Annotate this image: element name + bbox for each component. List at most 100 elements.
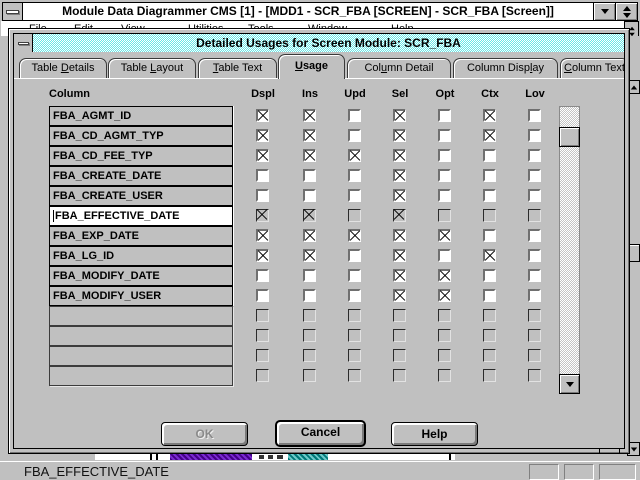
usage-checkbox-sel[interactable] — [393, 169, 406, 182]
usage-checkbox-lov[interactable] — [528, 309, 541, 322]
usage-checkbox-opt[interactable] — [438, 209, 451, 222]
usage-checkbox-sel[interactable] — [393, 249, 406, 262]
usage-checkbox-upd[interactable] — [348, 149, 361, 162]
column-name-cell[interactable]: FBA_CD_FEE_TYP — [49, 146, 233, 166]
usage-checkbox-ctx[interactable] — [483, 229, 496, 242]
usage-checkbox-ctx[interactable] — [483, 169, 496, 182]
usage-checkbox-ins[interactable] — [303, 249, 316, 262]
column-name-cell[interactable] — [49, 346, 233, 366]
usage-checkbox-dspl[interactable] — [256, 129, 269, 142]
cancel-button[interactable]: Cancel — [275, 420, 366, 447]
usage-checkbox-ctx[interactable] — [483, 289, 496, 302]
usage-checkbox-ins[interactable] — [303, 349, 316, 362]
usage-checkbox-lov[interactable] — [528, 289, 541, 302]
usage-checkbox-ctx[interactable] — [483, 209, 496, 222]
usage-checkbox-ins[interactable] — [303, 269, 316, 282]
usage-checkbox-dspl[interactable] — [256, 289, 269, 302]
grid-scroll-down-button[interactable] — [559, 374, 580, 394]
usage-checkbox-upd[interactable] — [348, 129, 361, 142]
usage-checkbox-opt[interactable] — [438, 369, 451, 382]
grid-scrollbar-track[interactable] — [559, 106, 580, 394]
usage-checkbox-sel[interactable] — [393, 269, 406, 282]
column-name-cell[interactable]: FBA_LG_ID — [49, 246, 233, 266]
usage-checkbox-sel[interactable] — [393, 189, 406, 202]
usage-checkbox-upd[interactable] — [348, 369, 361, 382]
usage-checkbox-ins[interactable] — [303, 289, 316, 302]
usage-checkbox-dspl[interactable] — [256, 229, 269, 242]
usage-checkbox-opt[interactable] — [438, 329, 451, 342]
tab-usage[interactable]: Usage — [278, 54, 345, 79]
usage-checkbox-upd[interactable] — [348, 329, 361, 342]
usage-checkbox-dspl[interactable] — [256, 189, 269, 202]
usage-checkbox-upd[interactable] — [348, 289, 361, 302]
usage-checkbox-opt[interactable] — [438, 289, 451, 302]
usage-checkbox-lov[interactable] — [528, 369, 541, 382]
usage-checkbox-ctx[interactable] — [483, 309, 496, 322]
column-name-cell[interactable]: FBA_CREATE_USER — [49, 186, 233, 206]
grid-scroll-thumb[interactable] — [559, 127, 580, 147]
usage-checkbox-upd[interactable] — [348, 189, 361, 202]
usage-checkbox-upd[interactable] — [348, 269, 361, 282]
usage-checkbox-opt[interactable] — [438, 189, 451, 202]
usage-checkbox-dspl[interactable] — [256, 109, 269, 122]
tab-column-text[interactable]: Column Text — [560, 58, 625, 78]
usage-checkbox-sel[interactable] — [393, 209, 406, 222]
usage-checkbox-ctx[interactable] — [483, 329, 496, 342]
usage-checkbox-upd[interactable] — [348, 109, 361, 122]
restore-button[interactable] — [615, 3, 637, 20]
usage-checkbox-dspl[interactable] — [256, 329, 269, 342]
usage-checkbox-ins[interactable] — [303, 149, 316, 162]
usage-checkbox-ctx[interactable] — [483, 149, 496, 162]
usage-checkbox-ctx[interactable] — [483, 249, 496, 262]
column-name-cell[interactable] — [49, 326, 233, 346]
column-name-cell[interactable]: FBA_MODIFY_DATE — [49, 266, 233, 286]
usage-checkbox-lov[interactable] — [528, 229, 541, 242]
usage-checkbox-opt[interactable] — [438, 269, 451, 282]
usage-checkbox-lov[interactable] — [528, 109, 541, 122]
ok-button[interactable]: OK — [161, 422, 248, 446]
usage-checkbox-sel[interactable] — [393, 329, 406, 342]
usage-checkbox-lov[interactable] — [528, 249, 541, 262]
usage-checkbox-lov[interactable] — [528, 169, 541, 182]
usage-checkbox-ctx[interactable] — [483, 129, 496, 142]
tab-column-detail[interactable]: Column Detail — [347, 58, 451, 78]
usage-checkbox-sel[interactable] — [393, 229, 406, 242]
usage-checkbox-upd[interactable] — [348, 309, 361, 322]
usage-checkbox-opt[interactable] — [438, 249, 451, 262]
usage-checkbox-opt[interactable] — [438, 109, 451, 122]
usage-checkbox-dspl[interactable] — [256, 309, 269, 322]
dialog-system-menu-button[interactable] — [14, 34, 33, 52]
usage-checkbox-upd[interactable] — [348, 229, 361, 242]
usage-checkbox-ins[interactable] — [303, 189, 316, 202]
usage-checkbox-ins[interactable] — [303, 369, 316, 382]
usage-checkbox-opt[interactable] — [438, 309, 451, 322]
usage-checkbox-ctx[interactable] — [483, 369, 496, 382]
usage-checkbox-dspl[interactable] — [256, 249, 269, 262]
column-name-cell[interactable]: FBA_EXP_DATE — [49, 226, 233, 246]
usage-checkbox-dspl[interactable] — [256, 349, 269, 362]
column-name-cell[interactable]: FBA_EFFECTIVE_DATE — [49, 206, 233, 226]
usage-checkbox-sel[interactable] — [393, 289, 406, 302]
usage-checkbox-opt[interactable] — [438, 229, 451, 242]
usage-checkbox-upd[interactable] — [348, 169, 361, 182]
usage-checkbox-ins[interactable] — [303, 129, 316, 142]
usage-checkbox-ctx[interactable] — [483, 349, 496, 362]
usage-checkbox-ins[interactable] — [303, 209, 316, 222]
usage-checkbox-lov[interactable] — [528, 349, 541, 362]
tab-table-text[interactable]: Table Text — [198, 58, 277, 78]
column-name-cell[interactable]: FBA_AGMT_ID — [49, 106, 233, 126]
usage-checkbox-sel[interactable] — [393, 309, 406, 322]
usage-checkbox-sel[interactable] — [393, 129, 406, 142]
tab-table-details[interactable]: Table Details — [19, 58, 107, 78]
tab-table-layout[interactable]: Table Layout — [108, 58, 196, 78]
usage-checkbox-ins[interactable] — [303, 229, 316, 242]
usage-checkbox-sel[interactable] — [393, 109, 406, 122]
usage-checkbox-dspl[interactable] — [256, 269, 269, 282]
usage-checkbox-dspl[interactable] — [256, 209, 269, 222]
column-name-cell[interactable] — [49, 366, 233, 386]
column-name-cell[interactable] — [49, 306, 233, 326]
usage-checkbox-lov[interactable] — [528, 129, 541, 142]
usage-checkbox-dspl[interactable] — [256, 369, 269, 382]
usage-checkbox-opt[interactable] — [438, 169, 451, 182]
usage-checkbox-dspl[interactable] — [256, 149, 269, 162]
